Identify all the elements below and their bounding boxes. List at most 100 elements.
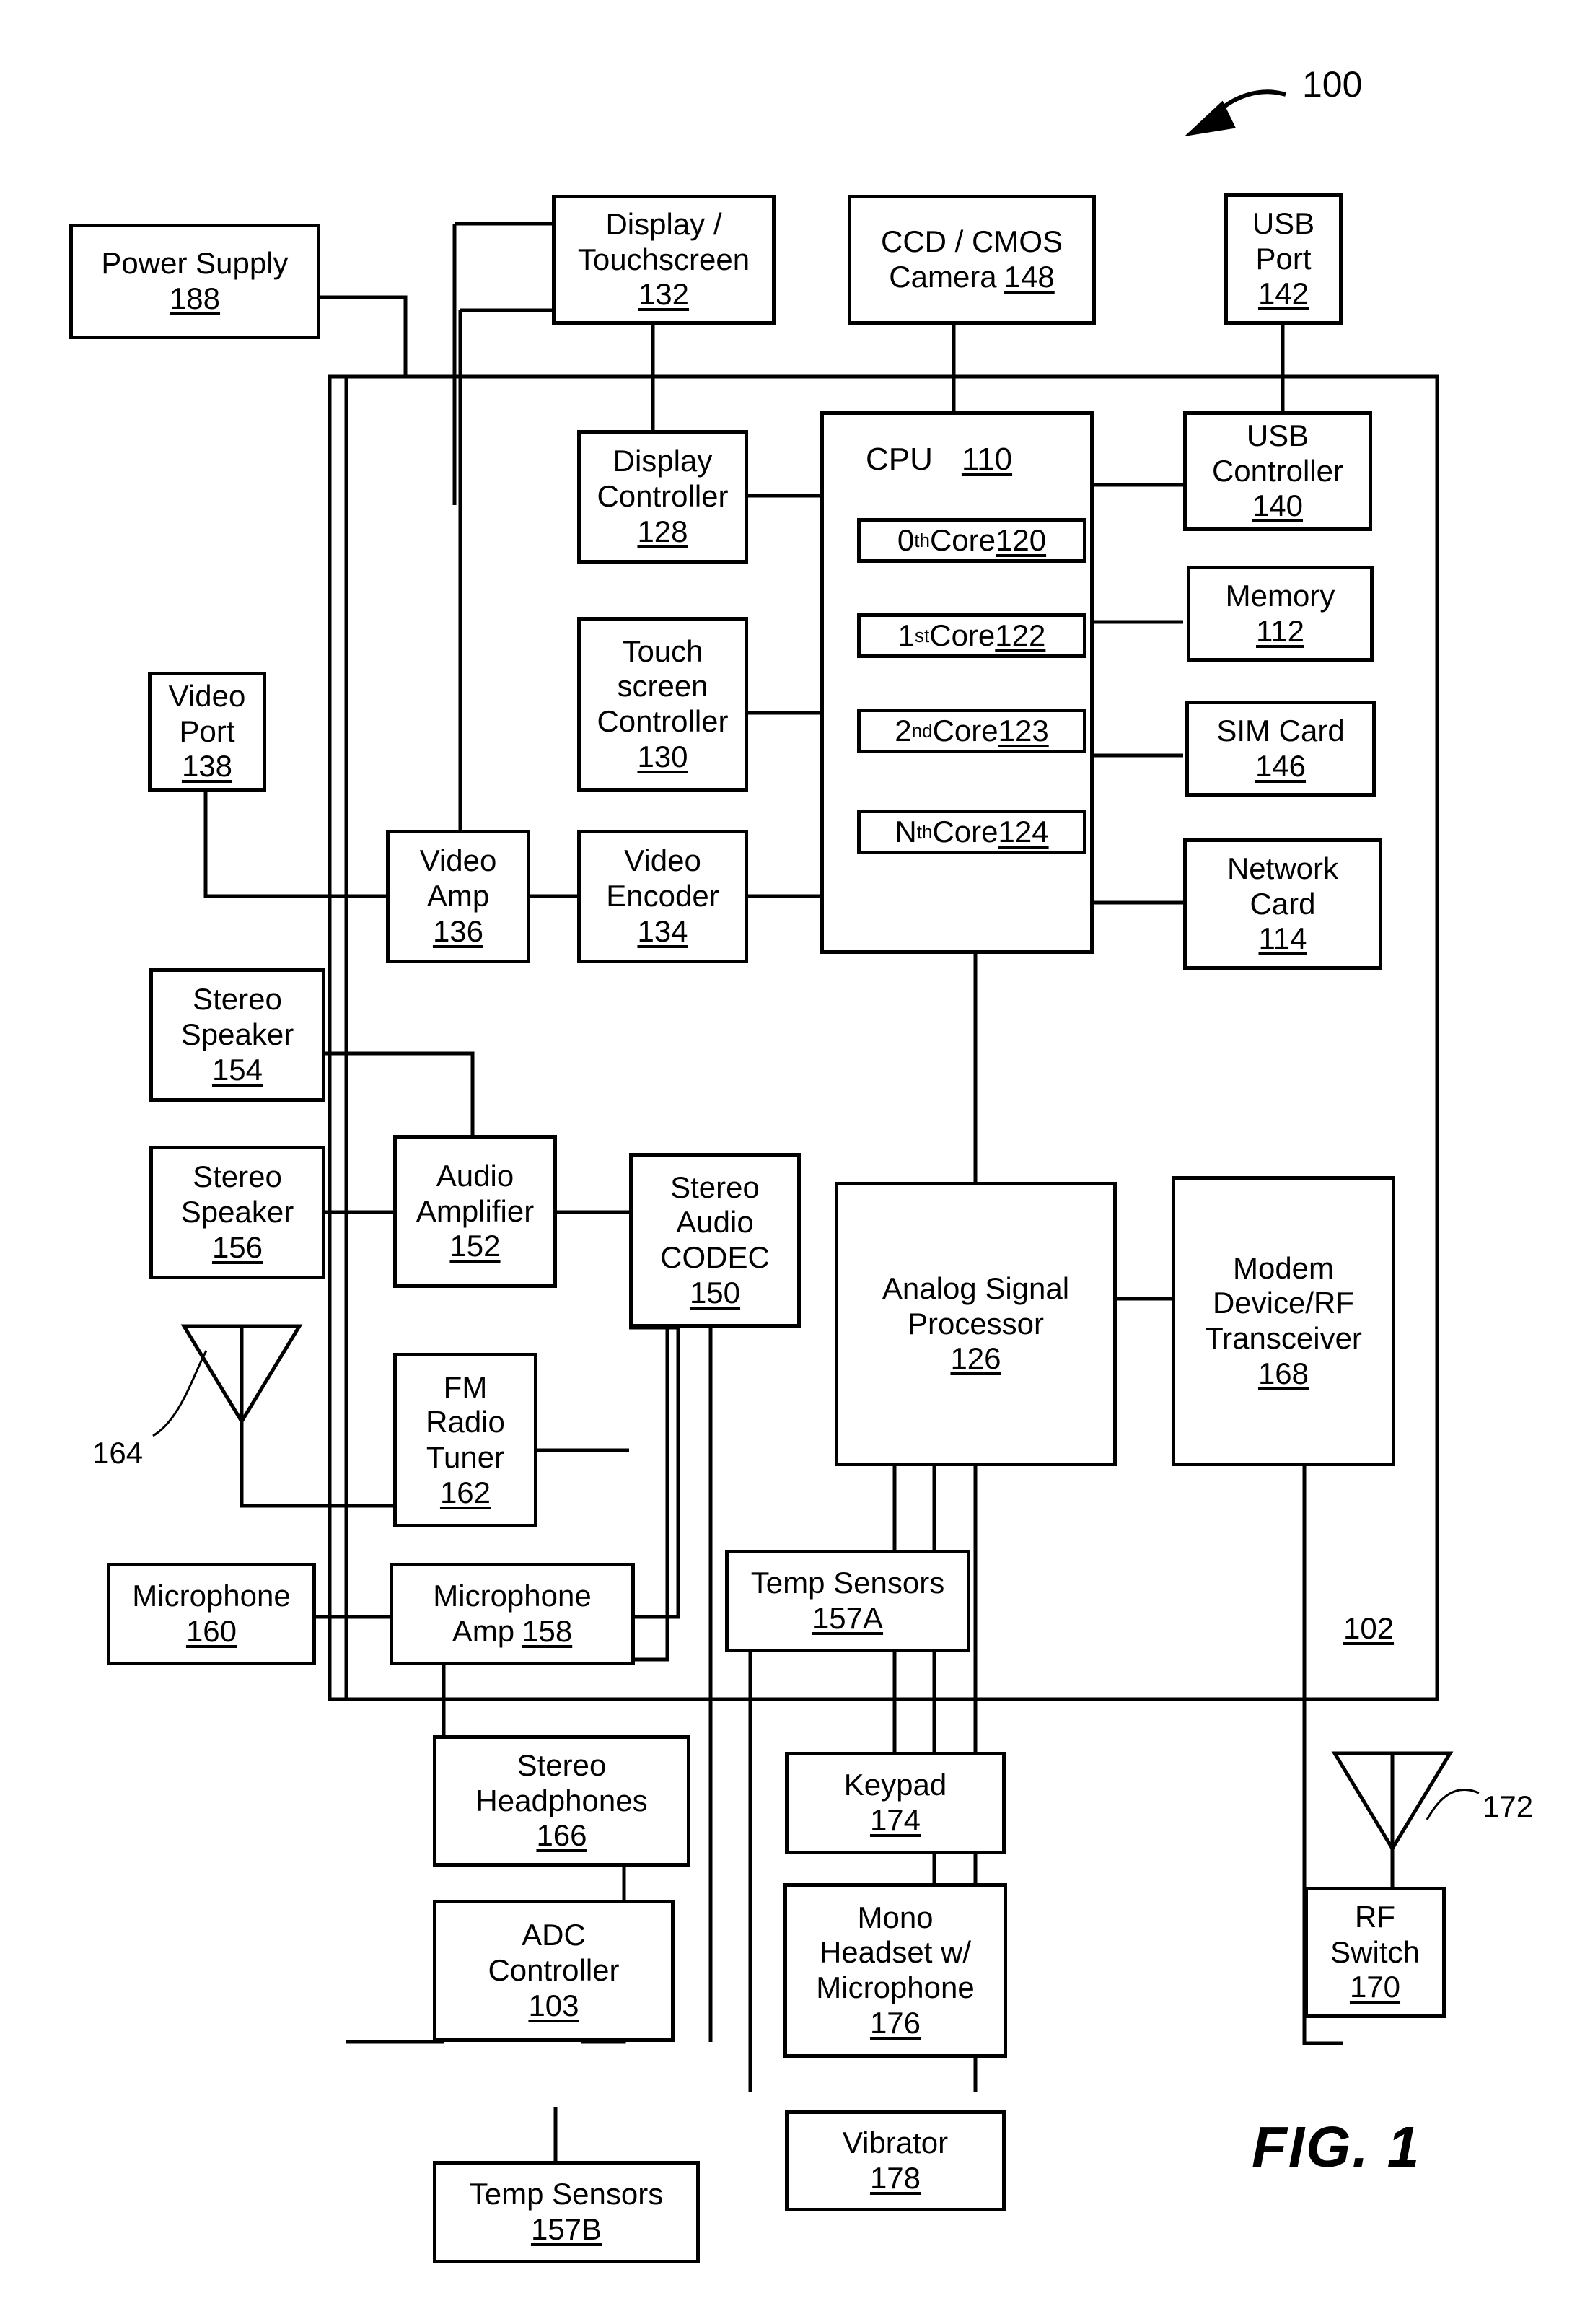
block-label: Touch (622, 633, 703, 668)
block-label-with-ref: Amp 158 (452, 1614, 572, 1649)
block-label: Port (179, 714, 235, 748)
block-label: Speaker (180, 1017, 294, 1052)
block-network-card: Network Card 114 (1183, 838, 1382, 970)
block-video-port: Video Port 138 (148, 672, 266, 792)
block-label: Stereo (193, 982, 282, 1017)
block-label: Tuner (426, 1440, 505, 1474)
block-keypad: Keypad 174 (785, 1752, 1006, 1854)
block-ref: 128 (637, 514, 688, 548)
block-ccd-cmos-camera: CCD / CMOS Camera 148 (848, 195, 1096, 325)
block-label: Microphone (816, 1970, 975, 2004)
block-ref: 136 (432, 913, 484, 948)
block-ref: 112 (1256, 613, 1304, 648)
block-ref: 162 (439, 1475, 491, 1509)
block-ref: 140 (1252, 488, 1304, 523)
block-video-amp: Video Amp 136 (386, 830, 530, 963)
block-label: Temp Sensors (469, 2177, 664, 2211)
cpu-core-2: 2nd Core 123 (857, 709, 1086, 753)
system-ref-100: 100 (1302, 64, 1363, 105)
block-temp-sensors-157a: Temp Sensors 157A (725, 1550, 970, 1652)
block-ref: 156 (211, 1229, 263, 1264)
block-label: CODEC (660, 1240, 770, 1274)
core-label: Core (932, 714, 998, 747)
block-label: Vibrator (842, 2126, 949, 2160)
block-label: Display (612, 444, 713, 478)
block-label: Port (1255, 241, 1312, 276)
block-label: Video (624, 843, 701, 878)
block-label: Radio (426, 1405, 505, 1439)
block-display-touchscreen: Display / Touchscreen 132 (552, 195, 776, 325)
block-touchscreen-controller: Touch screen Controller 130 (577, 617, 748, 792)
cpu-title: CPU (866, 442, 933, 477)
block-label: Amplifier (416, 1193, 535, 1228)
block-label: Headphones (475, 1783, 648, 1817)
block-label: Speaker (180, 1195, 294, 1229)
block-display-controller: Display Controller 128 (577, 430, 748, 564)
block-ref: 138 (181, 749, 233, 784)
block-ref: 132 (638, 277, 690, 312)
block-ref: 168 (1257, 1356, 1309, 1390)
block-stereo-audio-codec: Stereo Audio CODEC 150 (629, 1153, 801, 1328)
block-ref: 176 (869, 2005, 921, 2040)
cpu-core-n: Nth Core 124 (857, 810, 1086, 854)
block-ref: 158 (522, 1614, 573, 1648)
block-label: Analog Signal (882, 1271, 1070, 1305)
block-fm-radio-tuner: FM Radio Tuner 162 (393, 1353, 537, 1527)
block-label: Memory (1225, 578, 1335, 613)
patent-figure-1: Power Supply 188 Display / Touchscreen 1… (0, 0, 1572, 2324)
block-label-with-ref: Camera 148 (889, 260, 1054, 295)
block-label: Stereo (670, 1170, 760, 1204)
block-adc-controller: ADC Controller 103 (433, 1900, 675, 2042)
block-label: Video (419, 843, 497, 878)
core-ordinal: 2 (895, 714, 912, 747)
core-ordinal: 0 (897, 523, 915, 557)
block-ref: 134 (637, 913, 688, 948)
block-label: Encoder (606, 879, 719, 913)
block-ref: 157B (530, 2212, 602, 2246)
block-stereo-speaker-154: Stereo Speaker 154 (149, 968, 325, 1102)
block-label: Processor (907, 1306, 1045, 1341)
block-label: Temp Sensors (750, 1566, 945, 1600)
chip-boundary-ref-102: 102 (1343, 1611, 1395, 1645)
cpu-ref: 110 (961, 442, 1013, 477)
block-ref: 178 (869, 2161, 921, 2195)
block-label: screen (617, 669, 708, 703)
block-audio-amplifier: Audio Amplifier 152 (393, 1135, 557, 1288)
block-label: Card (1250, 886, 1316, 921)
block-label: SIM Card (1216, 713, 1345, 747)
core-ordinal: N (895, 815, 917, 849)
block-ref: 188 (169, 281, 221, 315)
block-label: Keypad (843, 1768, 947, 1802)
block-label: Mono (857, 1900, 934, 1934)
block-label: Controller (1211, 453, 1344, 488)
rf-antenna-ref-172: 172 (1483, 1789, 1534, 1823)
core-ref: 123 (998, 714, 1049, 747)
block-ref: 130 (637, 739, 688, 773)
block-label: Transceiver (1205, 1321, 1362, 1355)
block-usb-port: USB Port 142 (1224, 193, 1343, 325)
core-ref: 120 (996, 523, 1047, 557)
core-ref: 122 (995, 618, 1046, 652)
figure-caption: FIG. 1 (1252, 2115, 1421, 2179)
block-label: Microphone (132, 1579, 291, 1613)
block-label: Video (168, 678, 246, 713)
block-ref: 166 (536, 1818, 587, 1853)
block-power-supply: Power Supply 188 (69, 224, 320, 339)
block-analog-signal-processor: Analog Signal Processor 126 (835, 1182, 1117, 1466)
block-label: Headset w/ (819, 1935, 972, 1970)
block-microphone-amp: Microphone Amp 158 (390, 1563, 635, 1665)
core-ordinal: 1 (897, 618, 915, 652)
block-cpu (820, 411, 1094, 954)
block-ref: 103 (528, 1988, 579, 2022)
block-label: Camera (889, 260, 997, 294)
block-label: Display / (605, 206, 722, 241)
block-label: Modem (1232, 1250, 1335, 1285)
block-rf-switch: RF Switch 170 (1304, 1887, 1446, 2018)
block-label: Amp (452, 1614, 515, 1648)
block-label: FM (443, 1369, 488, 1404)
core-label: Core (929, 523, 996, 557)
block-ref: 146 (1255, 748, 1307, 783)
block-label: Microphone (433, 1579, 592, 1613)
block-label: Controller (488, 1953, 620, 1988)
block-microphone: Microphone 160 (107, 1563, 316, 1665)
